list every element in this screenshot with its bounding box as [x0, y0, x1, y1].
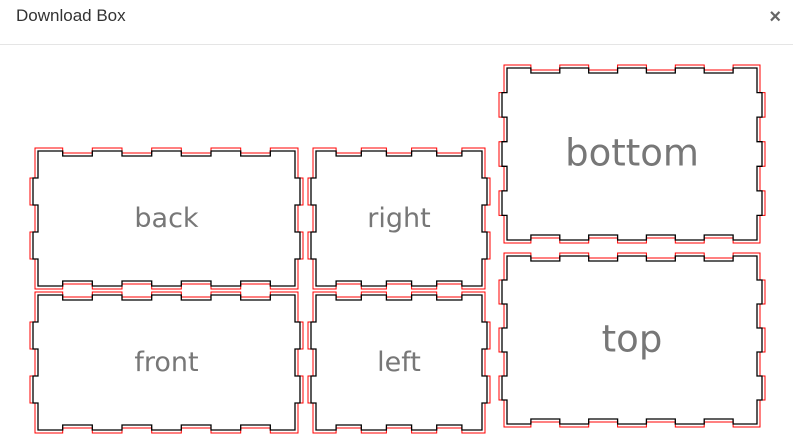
panel-label: right — [367, 203, 430, 234]
panel-front: front — [29, 291, 304, 434]
panel-bottom: bottom — [498, 64, 766, 244]
panel-label: back — [134, 203, 199, 234]
panel-label: bottom — [565, 132, 699, 175]
panel-label: top — [602, 318, 663, 361]
panel-label: front — [134, 347, 198, 378]
panel-right: right — [307, 147, 491, 290]
panel-back: back — [29, 147, 304, 290]
box-preview: back right front left bottom top — [29, 64, 766, 434]
panel-top: top — [498, 252, 766, 428]
panel-left: left — [307, 291, 491, 434]
panel-label: left — [377, 347, 421, 378]
